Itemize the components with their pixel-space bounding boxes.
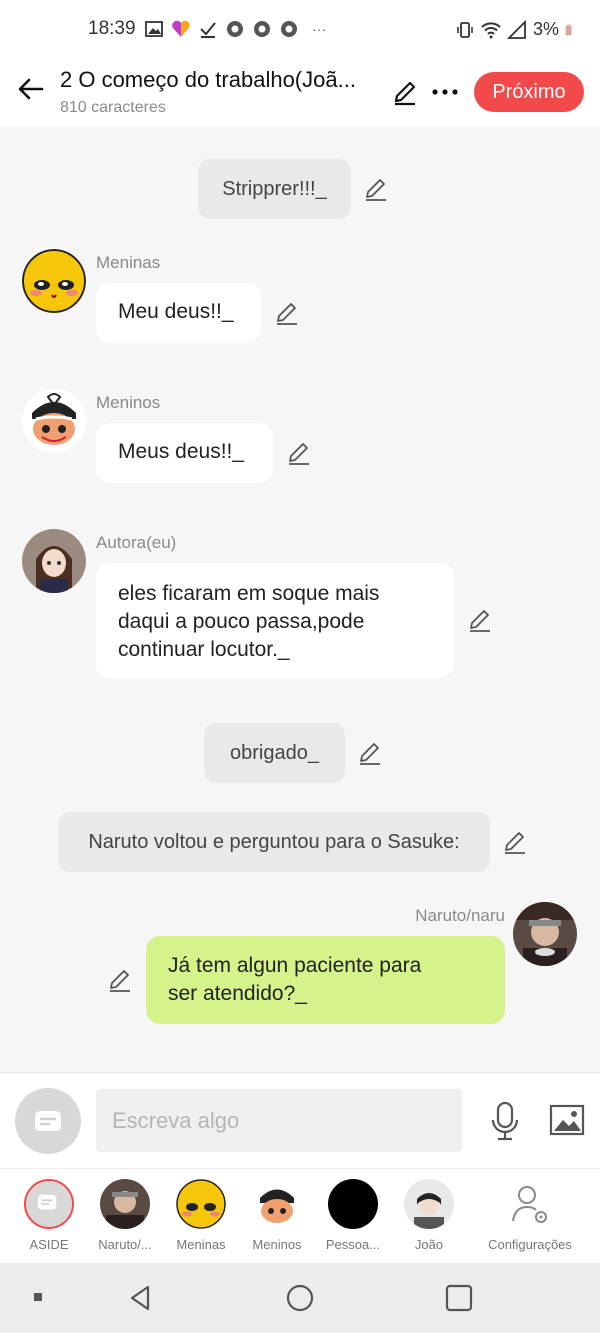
chapter-header: 2 O começo do trabalho(Joã... 810 caract…: [0, 58, 600, 126]
speaker-name: Autora(eu): [96, 533, 177, 552]
speaker-name: Meninos: [96, 393, 161, 412]
edit-pencil-icon[interactable]: [274, 300, 300, 326]
character-label: Pessoa...: [325, 1237, 381, 1252]
avatar-meninas[interactable]: [22, 249, 86, 313]
edit-pencil-icon[interactable]: [357, 740, 383, 766]
chrome-icon: [227, 21, 243, 37]
edit-pencil-icon[interactable]: [467, 607, 493, 633]
character-pessoa[interactable]: Pessoa...: [313, 1179, 393, 1252]
chat-area[interactable]: Stripprer!!!_ Meninas Meu deus!!_ Menino…: [0, 126, 600, 1072]
status-bar: 18:39 ··· 3%: [0, 0, 600, 58]
avatar-naruto[interactable]: [513, 902, 577, 966]
character-label: ASIDE: [29, 1237, 69, 1252]
message-line: daqui a pouco passa,pode: [118, 610, 365, 633]
edit-pencil-icon[interactable]: [363, 176, 389, 202]
composer-bar: [0, 1072, 600, 1168]
message-bubble[interactable]: Meu deus!!_: [96, 283, 261, 343]
vibrate-icon: [457, 21, 473, 38]
battery-icon: [565, 24, 572, 35]
edit-pencil-icon[interactable]: [391, 78, 419, 106]
chrome-icon: [254, 21, 270, 37]
message-line: continuar locutor._: [118, 638, 290, 661]
avatar-autora[interactable]: [22, 529, 86, 593]
home-circle-icon[interactable]: [285, 1283, 315, 1313]
character-label: João: [414, 1237, 444, 1252]
back-arrow-icon[interactable]: [14, 72, 48, 106]
narration-text: Stripprer!!!_: [222, 177, 327, 200]
speaker-name: Naruto/naru: [415, 906, 505, 925]
microphone-icon[interactable]: [488, 1101, 522, 1141]
character-aside[interactable]: ASIDE: [9, 1179, 89, 1252]
character-selector: ASIDE Naruto/... Meninas Meninos Pessoa.…: [0, 1168, 600, 1263]
character-label: Meninos: [252, 1237, 302, 1252]
image-icon: [145, 21, 163, 37]
check-icon: [200, 22, 216, 38]
character-naruto[interactable]: Naruto/...: [85, 1179, 165, 1252]
edit-pencil-icon[interactable]: [107, 967, 133, 993]
character-label: Configurações: [488, 1237, 572, 1252]
character-settings[interactable]: Configurações: [480, 1179, 580, 1252]
chat-bubble-icon: [35, 1111, 61, 1131]
character-label: Naruto/...: [98, 1237, 152, 1252]
system-navigation-bar: [0, 1263, 600, 1333]
character-count: 810 caracteres: [60, 99, 166, 116]
notification-icons: ···: [144, 19, 326, 39]
chapter-title: 2 O começo do trabalho(Joã...: [60, 67, 356, 92]
message-bubble[interactable]: eles ficaram em soque mais daqui a pouco…: [96, 563, 454, 678]
chat-bubble-icon: [37, 1194, 57, 1210]
back-triangle-icon[interactable]: [126, 1283, 156, 1313]
edit-pencil-icon[interactable]: [286, 440, 312, 466]
next-button[interactable]: Próximo: [474, 72, 584, 112]
more-options-icon[interactable]: [430, 78, 460, 106]
narration-bubble[interactable]: Naruto voltou e perguntou para o Sasuke:: [58, 812, 490, 872]
message-text: Meu deus!!_: [118, 300, 234, 323]
narration-text: Naruto voltou e perguntou para o Sasuke:: [88, 830, 460, 853]
recents-dot-icon[interactable]: [32, 1291, 46, 1305]
system-icons: 3%: [455, 19, 577, 40]
heart-app-icon: [172, 20, 190, 37]
message-line: eles ficaram em soque mais: [118, 582, 380, 605]
wifi-icon: [481, 21, 501, 38]
message-line: Já tem algun paciente para: [168, 954, 422, 977]
edit-pencil-icon[interactable]: [502, 829, 528, 855]
narration-text: obrigado_: [230, 741, 319, 764]
narration-toggle-button[interactable]: [15, 1088, 81, 1154]
user-settings-icon: [512, 1186, 547, 1223]
signal-icon: [507, 19, 526, 39]
character-meninos[interactable]: Meninos: [237, 1179, 317, 1252]
status-time: 18:39: [88, 18, 136, 39]
avatar-meninos[interactable]: [22, 389, 86, 453]
speaker-name: Meninas: [96, 253, 161, 272]
message-input[interactable]: [96, 1089, 462, 1152]
message-bubble[interactable]: Já tem algun paciente para ser atendido?…: [146, 936, 505, 1024]
message-line: ser atendido?_: [168, 982, 307, 1005]
message-bubble[interactable]: Meus deus!!_: [96, 423, 273, 483]
overflow-icon: ···: [312, 21, 326, 37]
message-text: Meus deus!!_: [118, 440, 245, 463]
character-meninas[interactable]: Meninas: [161, 1179, 241, 1252]
narration-bubble[interactable]: Stripprer!!!_: [198, 159, 351, 219]
character-label: Meninas: [176, 1237, 226, 1252]
battery-percent: 3%: [533, 19, 560, 39]
image-upload-icon[interactable]: [549, 1103, 585, 1137]
character-joao[interactable]: João: [389, 1179, 469, 1252]
chrome-icon: [281, 21, 297, 37]
overview-square-icon[interactable]: [444, 1283, 474, 1313]
narration-bubble[interactable]: obrigado_: [204, 723, 345, 783]
